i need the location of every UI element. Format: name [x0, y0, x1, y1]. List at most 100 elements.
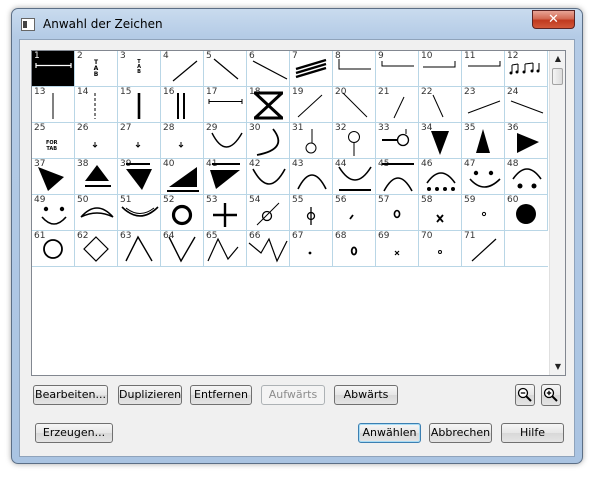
symbol-cell[interactable]: 70 — [419, 231, 462, 267]
symbol-cell[interactable]: 61 — [32, 231, 75, 267]
remove-button[interactable]: Entfernen — [190, 385, 252, 405]
help-button[interactable]: Hilfe — [501, 423, 564, 443]
tiny-o-2-glyph — [438, 250, 442, 254]
symbol-cell[interactable]: 3 T A B — [118, 51, 161, 87]
symbol-cell[interactable]: 62 — [75, 231, 118, 267]
symbol-cell[interactable]: 41 — [204, 159, 247, 195]
symbol-cell[interactable]: 57 — [376, 195, 419, 231]
title-bar[interactable]: Anwahl der Zeichen ✕ — [12, 9, 582, 39]
symbol-cell[interactable]: 54 — [247, 195, 290, 231]
symbol-cell[interactable]: 10 — [419, 51, 462, 87]
symbol-list[interactable]: 12T A B3T A B 4 5 6 7 8 9 10 11 12 13 14 15 16 17 18 19 2… — [31, 50, 566, 376]
symbol-cell[interactable]: 16 — [161, 87, 204, 123]
symbol-cell[interactable]: 2 T A B — [75, 51, 118, 87]
vertical-scrollbar[interactable]: ▲ ▼ — [549, 51, 565, 375]
symbol-cell[interactable]: 35 — [462, 123, 505, 159]
symbol-cell[interactable]: 36 — [505, 123, 548, 159]
zoom-out-button[interactable] — [515, 384, 535, 406]
duplicate-button[interactable]: Duplizieren — [118, 385, 182, 405]
symbol-cell[interactable]: 58 — [419, 195, 462, 231]
symbol-cell[interactable]: 71 — [462, 231, 505, 267]
symbol-cell[interactable]: 49 — [32, 195, 75, 231]
symbol-cell[interactable]: 42 — [247, 159, 290, 195]
symbol-cell[interactable]: 60 — [505, 195, 548, 231]
symbol-cell[interactable]: 19 — [290, 87, 333, 123]
symbol-cell[interactable]: 59 — [462, 195, 505, 231]
close-button[interactable]: ✕ — [532, 10, 575, 29]
lollipop-glyph — [305, 129, 317, 154]
symbol-cell[interactable]: 25 FOR TAB — [32, 123, 75, 159]
symbol-cell[interactable]: 56 — [333, 195, 376, 231]
symbol-cell[interactable]: 17 — [204, 87, 247, 123]
symbol-cell[interactable]: 24 — [505, 87, 548, 123]
symbol-cell[interactable]: 12 — [505, 51, 548, 87]
symbol-cell[interactable]: 26 — [75, 123, 118, 159]
caret-up-glyph — [125, 235, 153, 262]
symbol-cell[interactable]: 45 — [376, 159, 419, 195]
symbol-cell[interactable]: 32 — [333, 123, 376, 159]
symbol-cell[interactable]: 51 — [118, 195, 161, 231]
symbol-cell[interactable]: 27 — [118, 123, 161, 159]
symbol-cell[interactable]: 23 — [462, 87, 505, 123]
symbol-cell[interactable]: 66 — [247, 231, 290, 267]
symbol-cell[interactable]: 21 — [376, 87, 419, 123]
symbol-cell[interactable]: 4 — [161, 51, 204, 87]
symbol-cell[interactable]: 29 — [204, 123, 247, 159]
symbol-cell[interactable]: 5 — [204, 51, 247, 87]
symbol-cell[interactable]: 64 — [161, 231, 204, 267]
symbol-cell[interactable]: 50 — [75, 195, 118, 231]
symbol-cell[interactable]: 40 — [161, 159, 204, 195]
symbol-cell[interactable]: 6 — [247, 51, 290, 87]
tiny-x-glyph — [436, 214, 444, 223]
move-down-button[interactable]: Abwärts — [334, 385, 398, 405]
symbol-cell[interactable]: 18 — [247, 87, 290, 123]
dots-smile-glyph — [469, 170, 501, 188]
symbol-cell[interactable]: 53 — [204, 195, 247, 231]
symbol-cell[interactable]: 52 — [161, 195, 204, 231]
zoom-in-button[interactable] — [541, 384, 561, 406]
symbol-cell[interactable]: 31 — [290, 123, 333, 159]
symbol-cell[interactable]: 15 — [118, 87, 161, 123]
symbol-cell[interactable]: 33 — [376, 123, 419, 159]
create-button[interactable]: Erzeugen... — [35, 423, 113, 443]
symbol-cell[interactable]: 14 — [75, 87, 118, 123]
symbol-cell[interactable]: 44 — [333, 159, 376, 195]
edit-button[interactable]: Bearbeiten... — [33, 385, 108, 405]
wedge-bar-glyph — [167, 167, 199, 192]
symbol-cell[interactable]: 55 — [290, 195, 333, 231]
symbol-cell[interactable]: 43 — [290, 159, 333, 195]
symbol-cell[interactable]: 63 — [118, 231, 161, 267]
symbol-cell[interactable]: 37 — [32, 159, 75, 195]
symbol-cell[interactable]: 67 — [290, 231, 333, 267]
symbol-cell[interactable]: 69 — [376, 231, 419, 267]
symbol-cell[interactable]: 20 — [333, 87, 376, 123]
window-icon — [21, 18, 35, 31]
symbol-cell[interactable]: 68 — [333, 231, 376, 267]
move-up-button[interactable]: Aufwärts — [261, 385, 325, 405]
diag-down-steep-glyph — [432, 94, 444, 118]
symbol-cell[interactable]: 65 — [204, 231, 247, 267]
symbol-cell[interactable]: 39 — [118, 159, 161, 195]
symbol-cell[interactable]: 34 — [419, 123, 462, 159]
symbol-cell[interactable]: 7 — [290, 51, 333, 87]
symbol-cell[interactable]: 46 — [419, 159, 462, 195]
symbol-cell[interactable]: 9 — [376, 51, 419, 87]
symbol-cell[interactable]: 38 — [75, 159, 118, 195]
scroll-thumb[interactable] — [552, 68, 563, 85]
symbol-cell[interactable]: 48 — [505, 159, 548, 195]
symbol-cell[interactable]: 13 — [32, 87, 75, 123]
symbol-cell[interactable]: 47 — [462, 159, 505, 195]
symbol-cell[interactable]: 30 — [247, 123, 290, 159]
symbol-cell[interactable]: 22 — [419, 87, 462, 123]
select-button[interactable]: Anwählen — [358, 423, 421, 443]
scroll-down-icon[interactable]: ▼ — [550, 359, 566, 375]
symbol-cell[interactable]: 1 — [32, 51, 75, 87]
scroll-up-icon[interactable]: ▲ — [550, 51, 566, 67]
filled-ring-glyph — [516, 204, 536, 224]
diag-up-2-glyph — [297, 94, 323, 118]
cancel-button[interactable]: Abbrechen — [429, 423, 492, 443]
symbol-cell[interactable]: 8 — [333, 51, 376, 87]
symbol-cell[interactable]: 28 — [161, 123, 204, 159]
diag-up-3-glyph — [471, 238, 497, 262]
symbol-cell[interactable]: 11 — [462, 51, 505, 87]
